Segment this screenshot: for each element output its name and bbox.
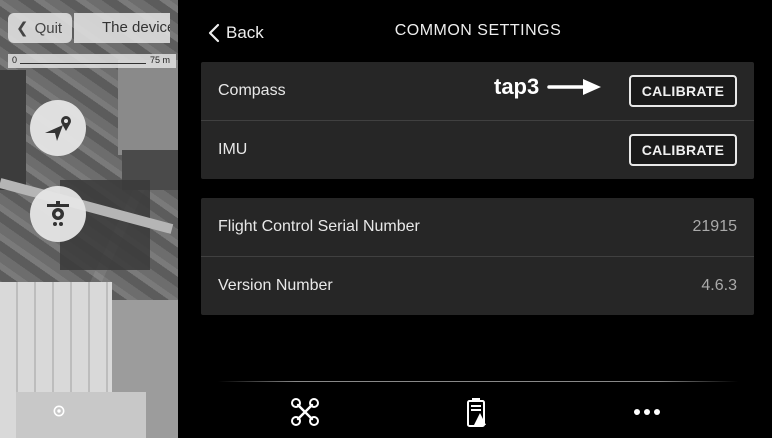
send-location-button[interactable] bbox=[30, 100, 86, 156]
drone-icon bbox=[291, 398, 319, 426]
back-label: Back bbox=[226, 23, 264, 42]
scale-line bbox=[20, 63, 146, 64]
drone-camera-button[interactable] bbox=[30, 186, 86, 242]
chevron-left-icon bbox=[208, 23, 220, 43]
bottom-tabbar bbox=[178, 384, 772, 438]
serial-number-value: 21915 bbox=[692, 218, 738, 235]
more-icon bbox=[634, 409, 660, 415]
back-button[interactable]: Back bbox=[208, 20, 264, 46]
quit-label: Quit bbox=[34, 19, 63, 37]
info-group: Flight Control Serial Number 21915 Versi… bbox=[201, 198, 754, 315]
drone-camera-icon bbox=[47, 201, 69, 226]
chevron-left-icon: ❮ bbox=[16, 20, 29, 37]
tap-annotation: tap3 bbox=[494, 74, 603, 100]
tab-battery[interactable] bbox=[456, 392, 496, 432]
calibration-group: Compass CALIBRATE IMU CALIBRATE bbox=[201, 62, 754, 179]
tab-drone[interactable] bbox=[285, 392, 325, 432]
compass-row: Compass CALIBRATE bbox=[201, 62, 754, 120]
page-title: COMMON SETTINGS bbox=[394, 22, 562, 39]
map-building bbox=[16, 392, 146, 438]
imu-label: IMU bbox=[218, 140, 248, 158]
locate-button[interactable] bbox=[50, 402, 68, 420]
serial-number-label: Flight Control Serial Number bbox=[218, 218, 420, 235]
scale-zero: 0 bbox=[12, 55, 18, 65]
device-title: The device bbox=[74, 13, 170, 43]
map-building bbox=[118, 60, 178, 155]
map-building bbox=[0, 70, 26, 190]
version-number-value: 4.6.3 bbox=[701, 276, 737, 294]
send-location-icon bbox=[45, 116, 71, 141]
tabbar-divider bbox=[218, 381, 738, 382]
arrow-right-icon bbox=[547, 79, 602, 95]
map-scale-bar: 0 75 m bbox=[8, 54, 176, 68]
target-icon bbox=[53, 405, 65, 417]
map-view[interactable]: The device ❮ Quit 0 75 m bbox=[0, 0, 178, 438]
imu-calibrate-button[interactable]: CALIBRATE bbox=[629, 133, 737, 166]
version-number-label: Version Number bbox=[218, 276, 333, 294]
version-number-row: Version Number 4.6.3 bbox=[201, 256, 754, 314]
serial-number-row: Flight Control Serial Number 21915 bbox=[201, 198, 754, 256]
settings-header: Back COMMON SETTINGS bbox=[178, 0, 772, 60]
scale-max: 75 m bbox=[149, 55, 170, 65]
imu-row: IMU CALIBRATE bbox=[201, 120, 754, 178]
settings-panel: Back COMMON SETTINGS Compass CALIBRATE I… bbox=[178, 0, 772, 438]
annotation-text: tap3 bbox=[494, 74, 540, 99]
quit-button[interactable]: ❮ Quit bbox=[8, 13, 72, 43]
battery-icon bbox=[467, 398, 486, 427]
compass-calibrate-button[interactable]: CALIBRATE bbox=[629, 75, 737, 107]
tab-more[interactable] bbox=[627, 392, 667, 432]
